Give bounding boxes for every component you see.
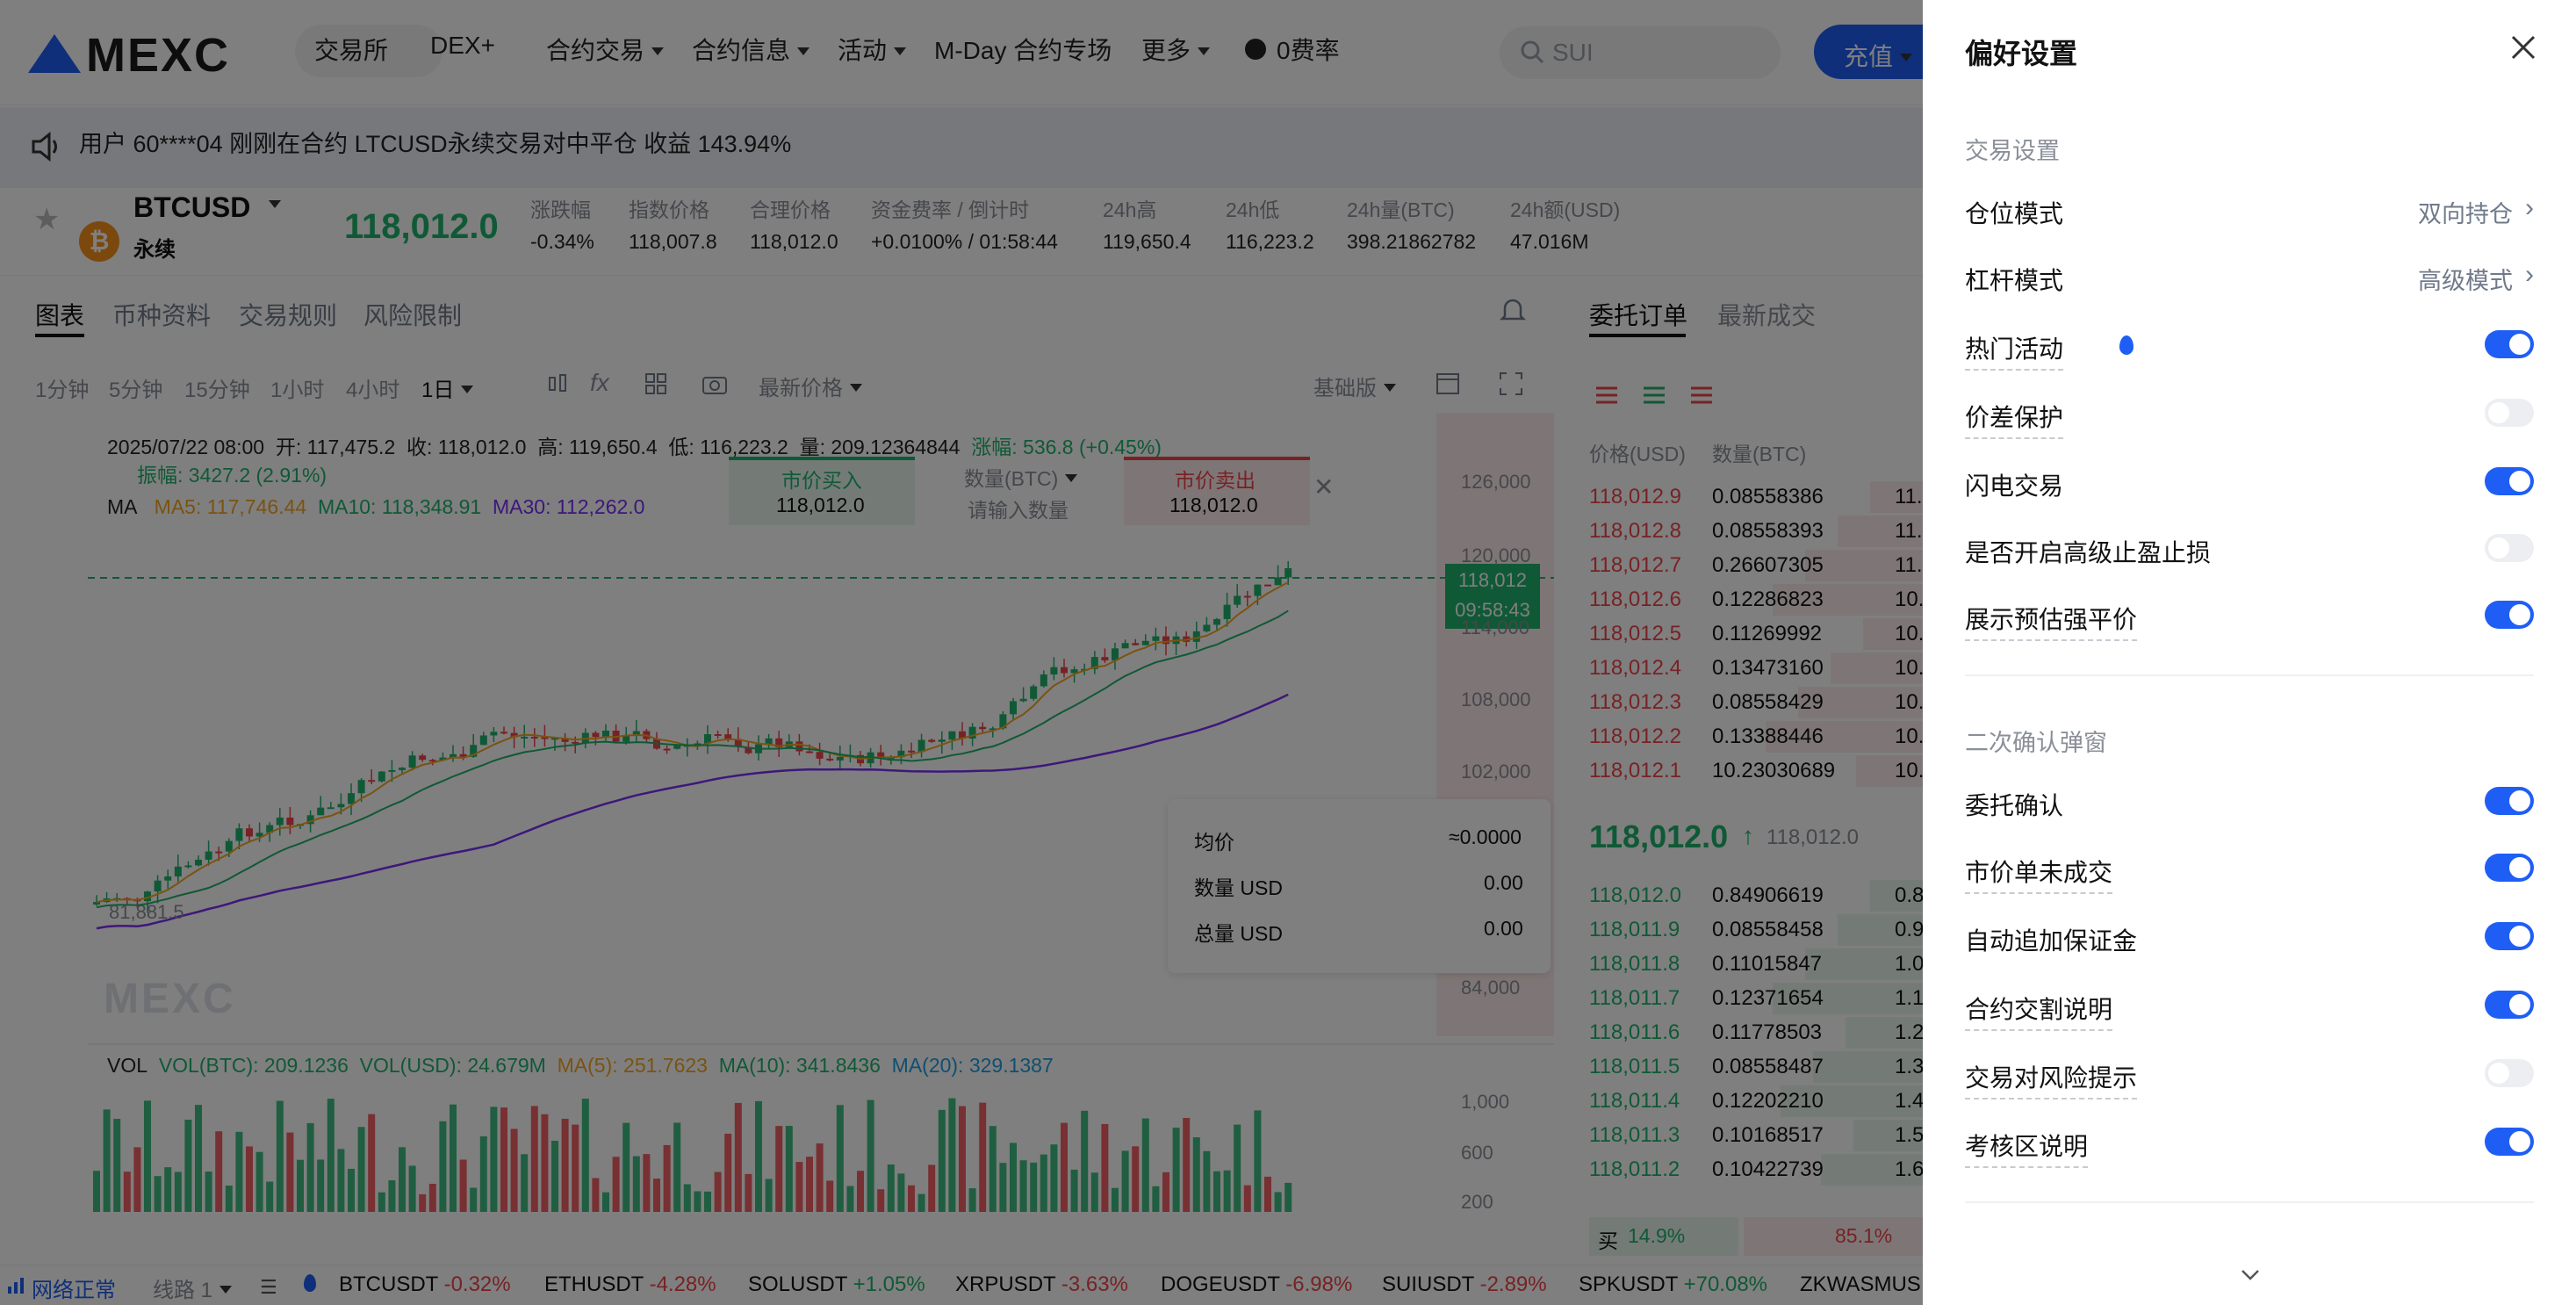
drawer-title: 偏好设置 [1965, 38, 2078, 69]
chevron-right-icon: › [2525, 193, 2534, 222]
toggle-row-advanced-tpsl: 是否开启高级止盈止损 [1965, 527, 2534, 573]
toggle-row-market-unfilled: 市价单未成交 [1965, 847, 2534, 894]
toggle-switch[interactable] [2485, 787, 2534, 815]
modal-backdrop[interactable] [0, 0, 1923, 1305]
toggle-row-flash-trade: 闪电交易 [1965, 460, 2534, 506]
section-confirm-dialogs: 二次确认弹窗 [1965, 730, 2107, 756]
position-mode-value: 双向持仓 [2418, 201, 2513, 227]
toggle-row-delivery-notice: 合约交割说明 [1965, 984, 2534, 1031]
flame-icon [2119, 335, 2133, 355]
position-mode-label: 仓位模式 [1965, 200, 2064, 227]
toggle-switch[interactable] [2485, 991, 2534, 1019]
toggle-label: 价差保护 [1965, 399, 2064, 439]
toggle-row-est-liq-price: 展示预估强平价 [1965, 594, 2534, 641]
toggle-switch[interactable] [2485, 399, 2534, 427]
leverage-mode-row[interactable]: 杠杆模式 高级模式 › [1965, 255, 2534, 300]
toggle-switch[interactable] [2485, 601, 2534, 629]
chevron-right-icon: › [2525, 260, 2534, 289]
toggle-label: 合约交割说明 [1965, 991, 2113, 1031]
section-divider [1965, 674, 2534, 676]
toggle-row-order-confirm: 委托确认 [1965, 780, 2534, 826]
preferences-drawer: 偏好设置 交易设置 仓位模式 双向持仓 › 杠杆模式 高级模式 › 热门活动 价… [1923, 0, 2576, 1305]
close-icon[interactable] [2502, 26, 2544, 68]
toggle-row-hot-events: 热门活动 [1965, 323, 2534, 371]
toggle-switch[interactable] [2485, 534, 2534, 562]
toggle-label: 自动追加保证金 [1965, 927, 2138, 955]
app-root: { "header": { "logo": "MEXC", "nav": ["交… [0, 0, 2576, 1305]
toggle-row-assessment-zone: 考核区说明 [1965, 1121, 2534, 1168]
toggle-label: 市价单未成交 [1965, 854, 2113, 894]
chevron-down-icon[interactable] [2239, 1266, 2262, 1284]
toggle-label: 闪电交易 [1965, 472, 2064, 500]
toggle-switch[interactable] [2485, 330, 2534, 358]
toggle-label: 热门活动 [1965, 330, 2064, 371]
section-divider [1965, 1201, 2534, 1203]
toggle-label: 是否开启高级止盈止损 [1965, 539, 2212, 566]
section-trade-settings: 交易设置 [1965, 138, 2060, 164]
toggle-label: 交易对风险提示 [1965, 1059, 2138, 1100]
leverage-mode-label: 杠杆模式 [1965, 267, 2064, 294]
toggle-row-auto-margin: 自动追加保证金 [1965, 915, 2534, 961]
toggle-switch[interactable] [2485, 1128, 2534, 1156]
toggle-label: 委托确认 [1965, 792, 2064, 819]
toggle-switch[interactable] [2485, 854, 2534, 882]
toggle-label: 考核区说明 [1965, 1128, 2089, 1168]
toggle-switch[interactable] [2485, 467, 2534, 495]
leverage-mode-value: 高级模式 [2418, 268, 2513, 294]
toggle-switch[interactable] [2485, 1059, 2534, 1087]
toggle-row-spread-protection: 价差保护 [1965, 392, 2534, 439]
toggle-row-pair-risk: 交易对风险提示 [1965, 1052, 2534, 1100]
position-mode-row[interactable]: 仓位模式 双向持仓 › [1965, 188, 2534, 234]
toggle-switch[interactable] [2485, 922, 2534, 950]
toggle-label: 展示预估强平价 [1965, 601, 2138, 641]
